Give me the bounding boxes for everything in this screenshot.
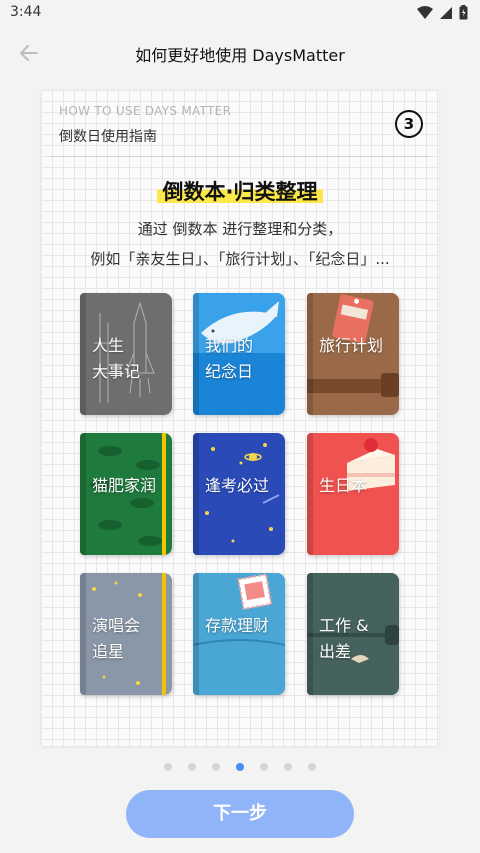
book-concerts[interactable]: 演唱会 追星 xyxy=(80,573,172,695)
book-exams[interactable]: 逢考必过 xyxy=(193,433,285,555)
feature-description-line2: 例如「亲友生日」、「旅行计划」、「纪念日」... xyxy=(90,250,390,268)
app-header: 如何更好地使用 DaysMatter xyxy=(0,28,480,76)
book-pets[interactable]: 猫肥家润 xyxy=(80,433,172,555)
page-dot-3[interactable] xyxy=(212,763,220,771)
book-label: 存款理财 xyxy=(205,616,270,635)
page-dot-1[interactable] xyxy=(164,763,172,771)
book-label: 人生 大事记 xyxy=(92,336,141,381)
book-label: 逢考必过 xyxy=(205,476,270,495)
card-title: 倒数日使用指南 xyxy=(59,129,157,145)
book-label: 演唱会 追星 xyxy=(92,616,141,661)
feature-title-text: 倒数本·归类整理 xyxy=(156,176,324,206)
signal-icon xyxy=(440,6,452,19)
status-bar: 3:44 xyxy=(0,0,480,26)
book-savings[interactable]: 存款理财 xyxy=(193,573,285,695)
guide-card: HOW TO USE DAYS MATTER 倒数日使用指南 3 倒数本·归类整… xyxy=(41,90,439,746)
book-anniversary[interactable]: 我们的 纪念日 xyxy=(193,293,285,415)
next-step-button[interactable]: 下一步 xyxy=(126,790,354,838)
battery-icon xyxy=(459,5,468,20)
book-label: 旅行计划 xyxy=(319,336,384,355)
feature-description-line1: 通过 倒数本 进行整理和分类， xyxy=(137,220,343,238)
step-number-badge: 3 xyxy=(395,110,423,138)
page-indicator xyxy=(0,763,480,771)
page-dot-5[interactable] xyxy=(260,763,268,771)
status-time: 3:44 xyxy=(10,4,42,20)
page-dot-2[interactable] xyxy=(188,763,196,771)
card-divider xyxy=(51,156,429,157)
book-work-travel[interactable]: 工作 & 出差 xyxy=(307,573,399,695)
page-dot-4-active[interactable] xyxy=(236,763,244,771)
book-label: 我们的 纪念日 xyxy=(205,336,254,381)
book-birthdays[interactable]: 生日本 xyxy=(307,433,399,555)
page-dot-6[interactable] xyxy=(284,763,292,771)
book-label: 猫肥家润 xyxy=(92,476,157,495)
book-milestones[interactable]: 人生 大事记 xyxy=(80,293,172,415)
card-subtitle: HOW TO USE DAYS MATTER xyxy=(59,104,232,118)
page-title: 如何更好地使用 DaysMatter xyxy=(135,46,345,65)
page-dot-7[interactable] xyxy=(308,763,316,771)
book-label: 生日本 xyxy=(319,476,368,495)
status-icons xyxy=(417,5,468,20)
feature-title: 倒数本·归类整理 xyxy=(41,176,439,206)
book-travel[interactable]: 旅行计划 xyxy=(307,293,399,415)
wifi-icon xyxy=(417,5,433,19)
book-label: 工作 & 出差 xyxy=(319,616,369,661)
